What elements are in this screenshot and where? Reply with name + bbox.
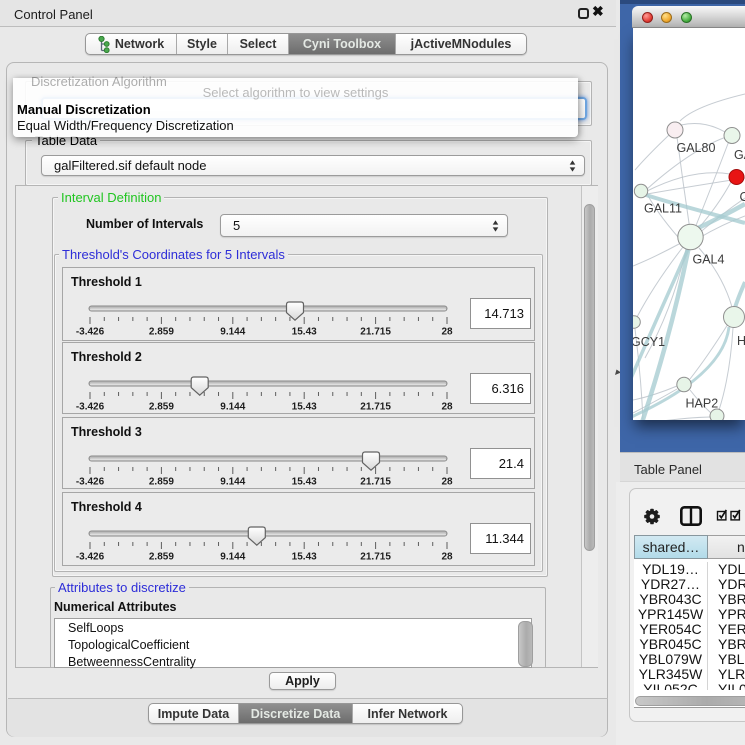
svg-text:15.43: 15.43 [292, 401, 317, 412]
svg-text:28: 28 [441, 476, 453, 487]
svg-text:2.859: 2.859 [149, 327, 174, 338]
svg-text:2.859: 2.859 [149, 401, 174, 412]
svg-text:-3.426: -3.426 [76, 476, 105, 487]
svg-text:H: H [737, 334, 745, 348]
svg-text:28: 28 [441, 327, 453, 338]
svg-text:-3.426: -3.426 [76, 401, 105, 412]
svg-text:21.715: 21.715 [360, 327, 391, 338]
svg-text:15.43: 15.43 [292, 551, 317, 562]
svg-text:-3.426: -3.426 [76, 551, 105, 562]
svg-text:C: C [740, 190, 745, 204]
svg-text:2.859: 2.859 [149, 476, 174, 487]
svg-text:9.144: 9.144 [220, 551, 245, 562]
svg-text:GAL11: GAL11 [644, 202, 682, 216]
svg-text:15.43: 15.43 [292, 327, 317, 338]
svg-text:-3.426: -3.426 [76, 327, 105, 338]
svg-text:9.144: 9.144 [220, 401, 245, 412]
svg-text:9.144: 9.144 [220, 476, 245, 487]
svg-text:28: 28 [441, 401, 453, 412]
svg-text:21.715: 21.715 [360, 401, 391, 412]
svg-text:9.144: 9.144 [220, 327, 245, 338]
svg-text:GAL4: GAL4 [693, 253, 725, 267]
svg-text:21.715: 21.715 [360, 476, 391, 487]
svg-text:21.715: 21.715 [360, 551, 391, 562]
svg-text:28: 28 [441, 551, 453, 562]
svg-text:GAL80: GAL80 [677, 141, 716, 155]
svg-text:2.859: 2.859 [149, 551, 174, 562]
svg-text:HAP2: HAP2 [686, 397, 719, 411]
svg-text:15.43: 15.43 [292, 476, 317, 487]
svg-text:GCY1: GCY1 [633, 335, 665, 349]
svg-text:GA: GA [734, 148, 745, 162]
